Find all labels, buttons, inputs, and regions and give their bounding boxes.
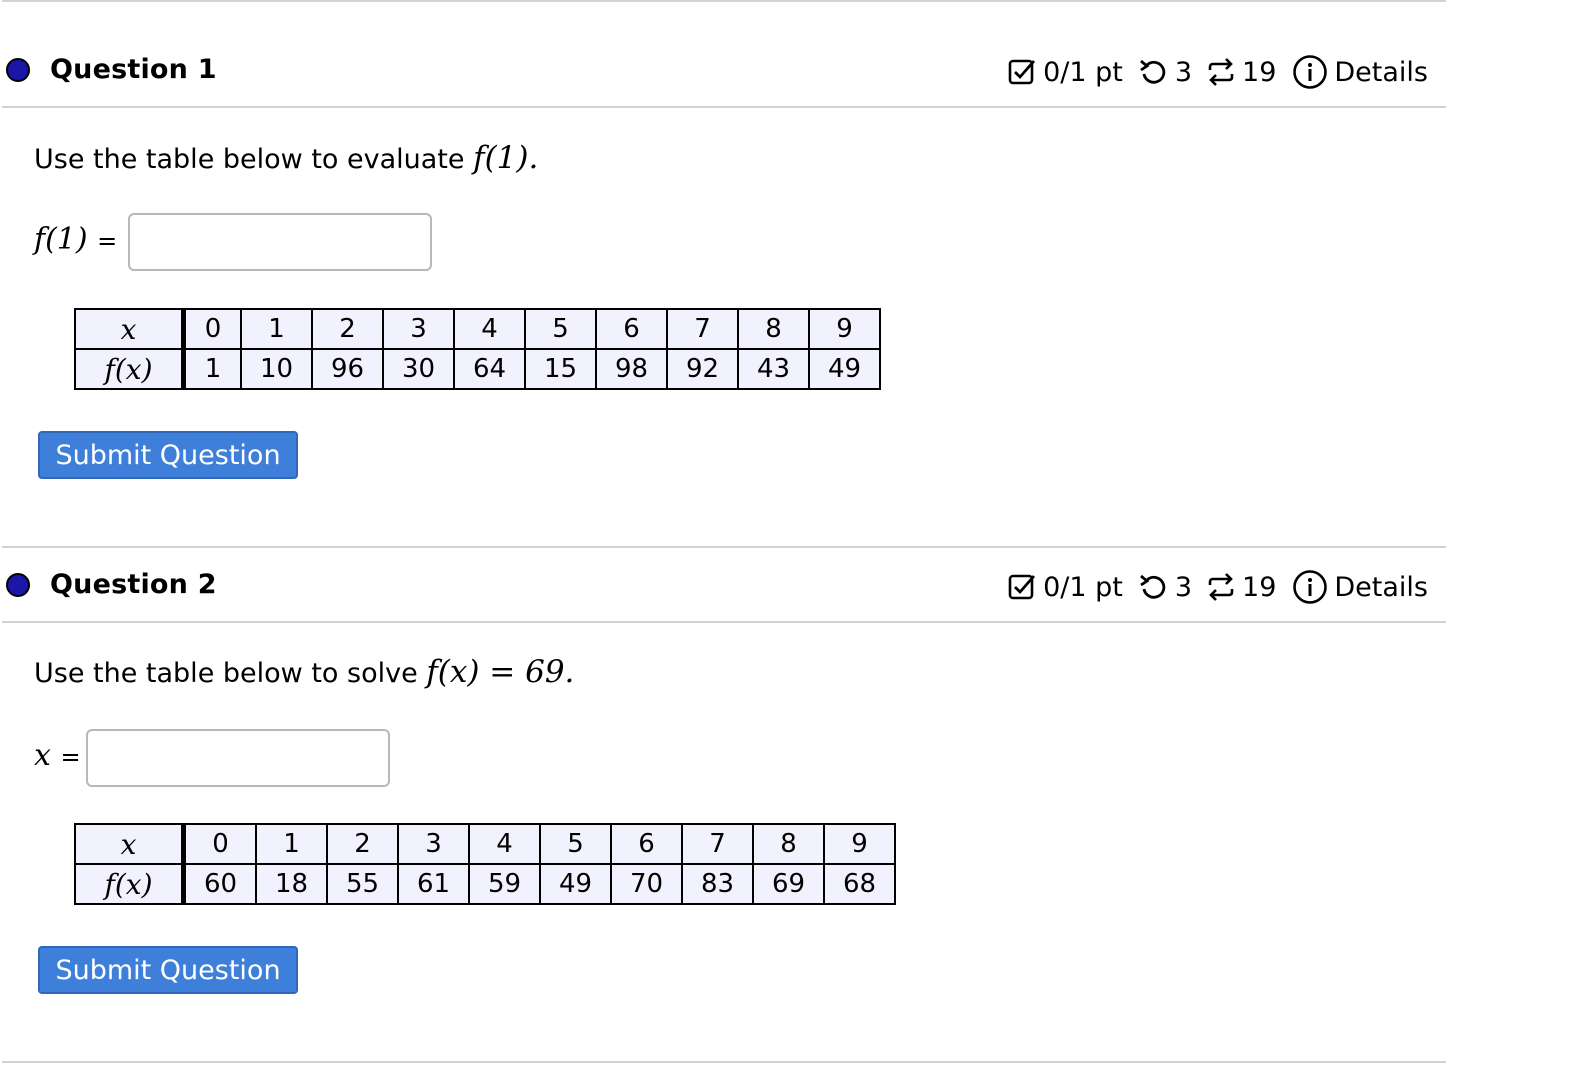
- table-cell: 4: [453, 308, 526, 350]
- info-icon[interactable]: [1292, 54, 1328, 90]
- table-cell: 5: [524, 308, 597, 350]
- header-divider: [2, 106, 1446, 108]
- table-cell: 69: [752, 863, 825, 905]
- table-cell: 1: [240, 308, 313, 350]
- table-cell: 96: [311, 348, 384, 390]
- table-cell: 15: [524, 348, 597, 390]
- prompt-math: f(x) = 69.: [426, 654, 575, 690]
- retry-icon: [1137, 57, 1169, 87]
- row-label-x: x: [74, 308, 186, 350]
- table-row: f(x) 1 10 96 30 64 15 98 92 43 49: [74, 348, 881, 390]
- header-divider: [2, 621, 1446, 623]
- answer-label-math: f(1): [34, 222, 88, 257]
- table-cell: 59: [468, 863, 541, 905]
- table-cell: 3: [382, 308, 455, 350]
- question-title: Question 2: [50, 569, 217, 600]
- question-1-header: Question 1 0/1 pt 3 19 Details: [4, 50, 1446, 90]
- table-cell: 7: [666, 308, 739, 350]
- top-divider: [2, 0, 1446, 2]
- question-status-dot: [6, 573, 30, 597]
- answer-label-math: x: [34, 738, 51, 773]
- table-cell: 83: [681, 863, 754, 905]
- score-text: 0/1 pt: [1043, 56, 1123, 88]
- table-cell: 6: [595, 308, 668, 350]
- retries-count: 3: [1174, 571, 1193, 603]
- prompt-text: Use the table below to evaluate: [34, 144, 465, 175]
- equals-sign: =: [60, 743, 81, 771]
- row-label-fx: f(x): [74, 863, 186, 905]
- prompt-math: f(1).: [473, 140, 539, 176]
- checkbox-score-icon: [1007, 572, 1037, 602]
- table-row: x 0 1 2 3 4 5 6 7 8 9: [74, 823, 896, 865]
- table-cell: 61: [397, 863, 470, 905]
- table-cell: 6: [610, 823, 683, 865]
- answer-label: f(1) =: [34, 222, 117, 257]
- value-table: x 0 1 2 3 4 5 6 7 8 9 f(x) 60 18 55 61 5…: [74, 823, 896, 905]
- equals-sign: =: [97, 227, 118, 255]
- table-row: x 0 1 2 3 4 5 6 7 8 9: [74, 308, 881, 350]
- table-cell: 64: [453, 348, 526, 390]
- table-cell: 8: [737, 308, 810, 350]
- score-text: 0/1 pt: [1043, 571, 1123, 603]
- question-prompt: Use the table below to solve f(x) = 69.: [34, 654, 574, 690]
- details-link[interactable]: Details: [1334, 57, 1428, 88]
- question-status-dot: [6, 58, 30, 82]
- table-cell: 18: [255, 863, 328, 905]
- question-2-header: Question 2 0/1 pt 3 19 Details: [4, 565, 1446, 605]
- attempts-icon: [1206, 57, 1236, 87]
- answer-input[interactable]: [86, 729, 390, 787]
- table-cell: 55: [326, 863, 399, 905]
- row-label-x: x: [74, 823, 186, 865]
- table-cell: 92: [666, 348, 739, 390]
- attempts-count: 19: [1242, 571, 1277, 603]
- table-cell: 7: [681, 823, 754, 865]
- table-cell: 9: [823, 823, 896, 865]
- table-cell: 1: [255, 823, 328, 865]
- table-cell: 4: [468, 823, 541, 865]
- table-cell: 2: [326, 823, 399, 865]
- table-cell: 43: [737, 348, 810, 390]
- table-cell: 3: [397, 823, 470, 865]
- table-cell: 10: [240, 348, 313, 390]
- answer-label: x =: [34, 738, 81, 773]
- table-cell: 49: [808, 348, 881, 390]
- question-divider: [2, 546, 1446, 548]
- table-cell: 60: [182, 863, 257, 905]
- checkbox-score-icon: [1007, 57, 1037, 87]
- attempts-icon: [1206, 572, 1236, 602]
- retries-count: 3: [1174, 56, 1193, 88]
- table-cell: 8: [752, 823, 825, 865]
- question-prompt: Use the table below to evaluate f(1).: [34, 140, 538, 176]
- attempts-count: 19: [1242, 56, 1277, 88]
- answer-input[interactable]: [128, 213, 432, 271]
- details-link[interactable]: Details: [1334, 572, 1428, 603]
- table-cell: 2: [311, 308, 384, 350]
- prompt-text: Use the table below to solve: [34, 658, 418, 689]
- table-cell: 68: [823, 863, 896, 905]
- question-title: Question 1: [50, 54, 217, 85]
- table-cell: 0: [182, 823, 257, 865]
- table-cell: 49: [539, 863, 612, 905]
- submit-question-button[interactable]: Submit Question: [38, 946, 298, 994]
- info-icon[interactable]: [1292, 569, 1328, 605]
- table-cell: 5: [539, 823, 612, 865]
- table-cell: 9: [808, 308, 881, 350]
- question-meta: 0/1 pt 3 19 Details: [1007, 54, 1428, 90]
- table-cell: 30: [382, 348, 455, 390]
- value-table: x 0 1 2 3 4 5 6 7 8 9 f(x) 1 10 96 30 64…: [74, 308, 881, 390]
- retry-icon: [1137, 572, 1169, 602]
- table-cell: 0: [182, 308, 242, 350]
- bottom-divider: [2, 1061, 1446, 1063]
- row-label-fx: f(x): [74, 348, 186, 390]
- submit-question-button[interactable]: Submit Question: [38, 431, 298, 479]
- table-cell: 1: [182, 348, 242, 390]
- question-meta: 0/1 pt 3 19 Details: [1007, 569, 1428, 605]
- table-cell: 98: [595, 348, 668, 390]
- table-row: f(x) 60 18 55 61 59 49 70 83 69 68: [74, 863, 896, 905]
- table-cell: 70: [610, 863, 683, 905]
